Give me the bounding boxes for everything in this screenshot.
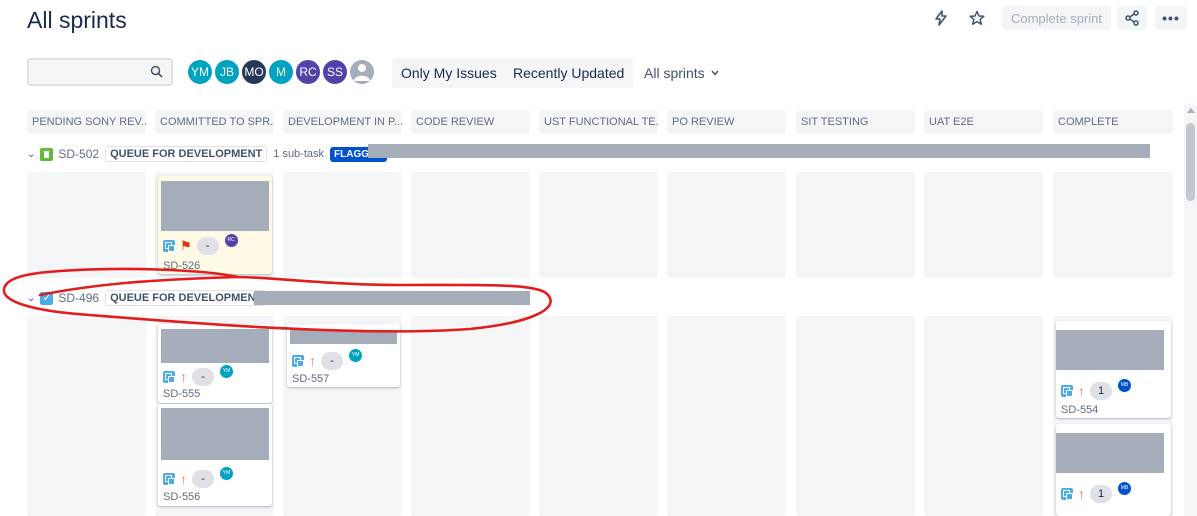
more-icon[interactable]: •••	[1155, 6, 1187, 30]
board-column	[796, 172, 915, 278]
sprints-dropdown[interactable]: All sprints	[644, 58, 720, 88]
status-badge: QUEUE FOR DEVELOPMENT	[105, 146, 268, 162]
board-column	[411, 316, 530, 516]
only-my-issues-button[interactable]: Only My Issues	[392, 58, 506, 88]
estimate-badge: -	[321, 352, 343, 370]
vertical-scrollbar[interactable]	[1184, 105, 1197, 516]
board-column	[667, 172, 786, 278]
column-header-sit-testing: SIT TESTING	[796, 110, 915, 134]
page-title: All sprints	[27, 7, 127, 33]
avatar[interactable]: RC	[224, 233, 238, 247]
subtask-count: 1 sub-task	[273, 148, 325, 160]
avatar[interactable]: YM	[349, 348, 362, 362]
estimate-badge: -	[196, 237, 219, 255]
board-column	[411, 172, 530, 278]
issue-key[interactable]: SD-502	[58, 147, 99, 161]
scroll-up-arrow-icon[interactable]	[1187, 108, 1195, 113]
estimate-badge: 1	[1090, 485, 1112, 503]
subtask-icon	[163, 473, 175, 485]
column-header-development-in-progress: DEVELOPMENT IN P...	[283, 110, 402, 134]
red-annotation-ellipse	[2, 267, 552, 333]
board-column	[539, 172, 658, 278]
search-input[interactable]	[27, 58, 173, 86]
issue-card[interactable]: ⚑ - RC SD-526	[158, 176, 272, 274]
avatar[interactable]: SS	[321, 58, 349, 86]
board-column	[1053, 172, 1173, 278]
subtask-icon	[1061, 385, 1073, 397]
board-column	[27, 316, 146, 516]
lightning-icon[interactable]	[926, 6, 956, 30]
board-page: All sprints Complete sprint ••• YM JB MO…	[0, 0, 1197, 516]
board-column	[539, 316, 658, 516]
priority-arrow-up-icon: ↑	[309, 353, 316, 369]
avatar[interactable]: YM	[220, 466, 233, 480]
story-icon	[40, 147, 54, 161]
complete-sprint-button[interactable]: Complete sprint	[1001, 6, 1111, 30]
issue-key[interactable]: SD-554	[1061, 404, 1098, 416]
redacted-summary	[1056, 330, 1164, 370]
avatar[interactable]: MO	[240, 58, 268, 86]
column-header-ust-functional-testing: UST FUNCTIONAL TE...	[539, 110, 658, 134]
assignee-avatars: YM JB MO M RC SS	[186, 58, 376, 86]
star-icon[interactable]	[962, 6, 992, 30]
avatar[interactable]: MB	[1118, 481, 1131, 495]
search-icon	[150, 65, 163, 83]
issue-key[interactable]: SD-556	[163, 491, 200, 503]
column-header-complete: COMPLETE	[1053, 110, 1173, 134]
recently-updated-button[interactable]: Recently Updated	[504, 58, 634, 88]
priority-arrow-up-icon: ↑	[1078, 383, 1085, 399]
column-header-po-review: PO REVIEW	[667, 110, 786, 134]
flag-icon: ⚑	[180, 238, 192, 253]
board-column	[796, 316, 915, 516]
redacted-summary	[161, 408, 269, 460]
board-column	[667, 316, 786, 516]
priority-arrow-up-icon: ↑	[180, 471, 187, 487]
estimate-badge: 1	[1090, 382, 1112, 400]
board-column	[924, 172, 1043, 278]
header-actions: Complete sprint •••	[920, 6, 1187, 30]
board-column	[27, 172, 146, 278]
chevron-down-icon[interactable]: ⌄	[27, 149, 35, 160]
avatar[interactable]: JB	[213, 58, 241, 86]
avatar[interactable]: RC	[294, 58, 322, 86]
issue-key[interactable]: SD-555	[163, 388, 200, 400]
redacted-summary	[1056, 433, 1164, 473]
subtask-icon	[292, 355, 304, 367]
estimate-badge: -	[192, 368, 214, 386]
issue-card[interactable]: ↑ - YM SD-556	[158, 404, 272, 506]
swimlane-header[interactable]: ⌄ SD-502 QUEUE FOR DEVELOPMENT 1 sub-tas…	[27, 144, 387, 164]
issue-card[interactable]: ↑ 1 MB	[1056, 424, 1171, 516]
subtask-icon	[1061, 488, 1073, 500]
issue-card[interactable]: ↑ 1 MB SD-554	[1056, 321, 1171, 418]
sprints-dropdown-label: All sprints	[644, 65, 705, 81]
column-header-committed-to-sprint: COMMITTED TO SPR...	[155, 110, 274, 134]
issue-key[interactable]: SD-557	[292, 373, 329, 385]
redacted-summary	[368, 144, 1150, 158]
chevron-down-icon	[711, 70, 719, 76]
unassigned-avatar-icon[interactable]	[348, 58, 376, 86]
priority-arrow-up-icon: ↑	[180, 369, 187, 385]
redacted-summary	[161, 181, 269, 231]
board-column	[924, 316, 1043, 516]
board-column	[283, 172, 402, 278]
column-header-pending-sony-review: PENDING SONY REV...	[27, 110, 146, 134]
avatar[interactable]: YM	[220, 364, 233, 378]
priority-arrow-up-icon: ↑	[1078, 486, 1085, 502]
column-header-uat-e2e: UAT E2E	[924, 110, 1043, 134]
subtask-icon	[163, 240, 175, 252]
scrollbar-thumb[interactable]	[1186, 123, 1195, 201]
share-icon[interactable]	[1117, 6, 1147, 30]
subtask-icon	[163, 371, 175, 383]
estimate-badge: -	[192, 470, 214, 488]
avatar[interactable]: MB	[1118, 378, 1131, 392]
avatar[interactable]: YM	[186, 58, 214, 86]
column-header-code-review: CODE REVIEW	[411, 110, 530, 134]
avatar[interactable]: M	[267, 58, 295, 86]
